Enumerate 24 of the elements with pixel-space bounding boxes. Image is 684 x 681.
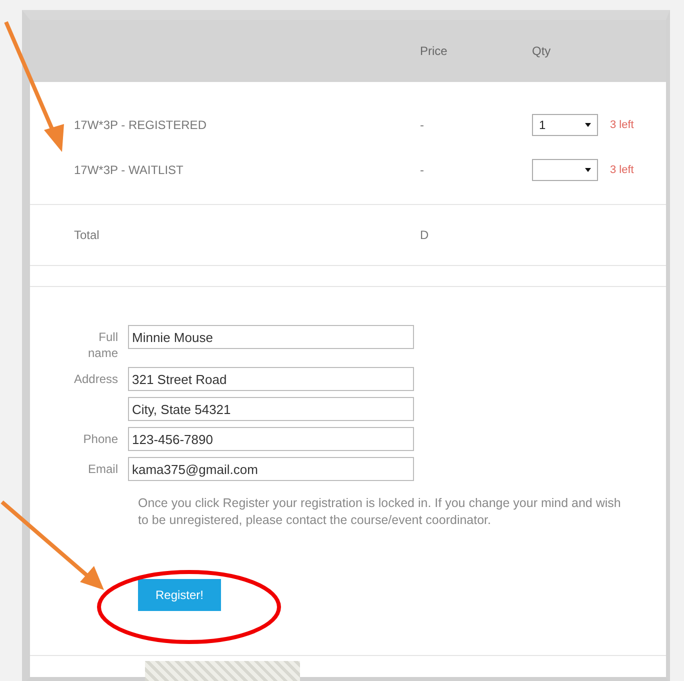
remaining-count: 3 left	[610, 118, 634, 130]
notice-text: Once you click Register your registration is locked in. If you change your mind and wish to be unregistered, please contact the course/event coordinator.	[138, 495, 622, 529]
remaining-count: 3 left	[610, 164, 634, 176]
field-label: Full name	[86, 329, 119, 361]
input-field[interactable]: 123-456-7890	[128, 427, 414, 451]
ticket-name: 17W*3P - WAITLIST	[73, 162, 184, 176]
field-label: Phone	[82, 431, 119, 448]
caret-icon	[585, 122, 591, 126]
column-header: Qty	[532, 44, 552, 58]
total-label: Total	[73, 228, 100, 242]
input-field[interactable]: kama375@gmail.com	[128, 457, 414, 481]
ticket-name: 17W*3P - REGISTERED	[73, 118, 208, 132]
price-cell-text: -	[419, 162, 425, 176]
qty-dropdown[interactable]	[532, 158, 598, 180]
input-field[interactable]: Minnie Mouse	[128, 325, 414, 349]
total-value: D	[419, 228, 430, 242]
input-field[interactable]: City, State 54321	[128, 397, 414, 421]
field-label: Email	[86, 461, 119, 478]
input-field[interactable]: 321 Street Road	[128, 367, 414, 391]
qty-dropdown[interactable]: 1	[532, 114, 598, 136]
caret-icon	[585, 168, 591, 172]
price-cell-text: -	[419, 118, 425, 132]
field-label: Address	[72, 371, 119, 388]
column-header: Price	[419, 44, 448, 58]
